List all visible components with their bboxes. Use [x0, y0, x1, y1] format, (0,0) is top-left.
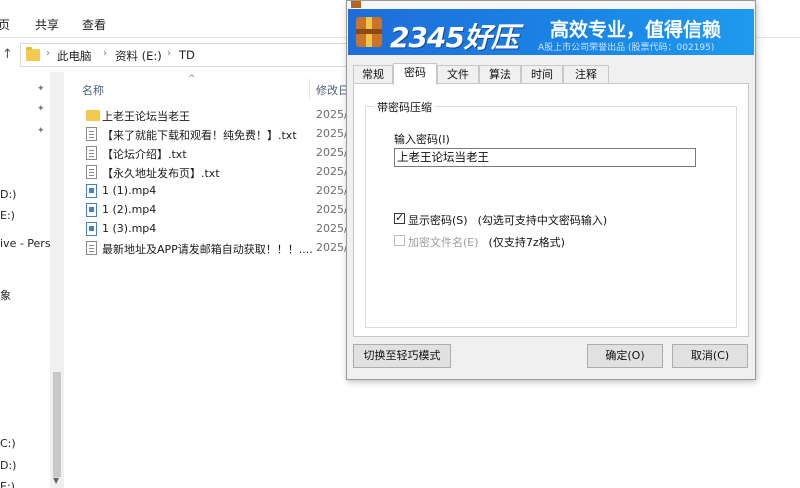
file-date: 2025/ — [316, 222, 348, 235]
password-label: 输入密码(I) — [394, 133, 450, 146]
nav-item-drive-d-2[interactable]: D:) — [0, 459, 16, 472]
list-item[interactable]: 【来了就能下载和观看！纯免费！】.txt 2025/ — [80, 125, 350, 144]
brand-banner: 2345好压 高效专业，值得信赖 A股上市公司荣誉出品 (股票代码：002195… — [348, 9, 754, 55]
arrow-up-icon[interactable]: ↑ — [2, 47, 16, 63]
navigation-pane: ✦ ✦ ✦ D:) E:) ive - Perso 象 C:) D:) E:) … — [0, 72, 66, 488]
list-item[interactable]: 最新地址及APP请发邮箱自动获取！！！.... 2025/ — [80, 239, 350, 258]
address-bar[interactable]: › 此电脑 › 资料 (E:) › TD — [20, 43, 350, 67]
scrollbar-thumb[interactable] — [53, 372, 61, 477]
ribbon-tab-share[interactable]: 共享 — [35, 16, 59, 33]
video-file-icon — [86, 203, 97, 217]
tab-general[interactable]: 常规 — [353, 65, 393, 84]
encrypt-filenames-hint: (仅支持7z格式) — [488, 236, 565, 249]
encrypt-filenames-label: 加密文件名(E) (仅支持7z格式) — [408, 236, 565, 249]
banner-subtitle: A股上市公司荣誉出品 (股票代码：002195) — [538, 43, 715, 53]
group-title: 带密码压缩 — [374, 99, 435, 115]
show-password-label: 显示密码(S) (勾选可支持中文密码输入) — [408, 214, 608, 227]
show-password-hint: (勾选可支持中文密码输入) — [477, 214, 608, 227]
video-file-icon — [86, 222, 97, 236]
nav-scrollbar[interactable]: ▼ — [50, 72, 64, 488]
breadcrumb-td[interactable]: TD — [179, 48, 195, 62]
tab-algorithm[interactable]: 算法 — [479, 65, 521, 84]
encrypt-filenames-checkbox[interactable] — [394, 235, 405, 246]
file-date: 2025/ — [316, 165, 348, 178]
archive-icon — [351, 1, 361, 8]
file-name: 【论坛介绍】.txt — [102, 148, 187, 161]
list-item[interactable]: 1 (3).mp4 2025/ — [80, 220, 350, 239]
text-file-icon — [86, 165, 97, 179]
file-name: 1 (1).mp4 — [102, 184, 157, 197]
pin-icon[interactable]: ✦ — [37, 84, 45, 94]
password-tab-panel: 带密码压缩 输入密码(I) 上老王论坛当老王 显示密码(S)(勾选可支持中文密码… — [353, 83, 749, 337]
list-item[interactable]: 【论坛介绍】.txt 2025/ — [80, 144, 350, 163]
archive-logo-icon — [356, 17, 382, 47]
column-name[interactable]: 名称 — [82, 82, 104, 98]
tab-password[interactable]: 密码 — [393, 63, 437, 85]
nav-item-drive-d[interactable]: D:) — [0, 188, 16, 201]
file-name: 【永久地址发布页】.txt — [102, 167, 220, 180]
sort-ascending-icon: ^ — [188, 74, 196, 84]
switch-lite-mode-button[interactable]: 切换至轻巧模式 — [353, 344, 451, 368]
file-date: 2025/ — [316, 127, 348, 140]
list-item[interactable]: 上老王论坛当老王 2025/ — [80, 106, 350, 125]
tab-comment[interactable]: 注释 — [563, 65, 609, 84]
cancel-button[interactable]: 取消(C) — [672, 344, 748, 368]
text-file-icon — [86, 127, 97, 141]
file-date: 2025/ — [316, 241, 348, 254]
tab-files[interactable]: 文件 — [437, 65, 479, 84]
file-name: 上老王论坛当老王 — [102, 110, 190, 123]
show-password-checkbox[interactable] — [394, 211, 405, 224]
chevron-right-icon[interactable]: › — [103, 48, 107, 59]
text-file-icon — [86, 146, 97, 160]
list-item[interactable]: 1 (1).mp4 2025/ — [80, 182, 350, 201]
list-item[interactable]: 1 (2).mp4 2025/ — [80, 201, 350, 220]
nav-item-objects[interactable]: 象 — [0, 287, 11, 303]
ribbon-tab-view[interactable]: 查看 — [82, 16, 106, 33]
nav-item-drive-c[interactable]: C:) — [0, 437, 16, 450]
chevron-right-icon[interactable]: › — [167, 48, 171, 59]
folder-icon — [26, 47, 40, 61]
breadcrumb-this-pc[interactable]: 此电脑 — [57, 48, 92, 64]
video-file-icon — [86, 184, 97, 198]
column-header: ^ 名称 修改日 — [76, 74, 376, 99]
tab-time[interactable]: 时间 — [521, 65, 563, 84]
column-date-modified[interactable]: 修改日 — [316, 82, 349, 98]
column-divider[interactable] — [309, 79, 310, 99]
compress-dialog: 2345好压 高效专业，值得信赖 A股上市公司荣誉出品 (股票代码：002195… — [346, 0, 756, 380]
folder-icon — [86, 110, 100, 121]
nav-item-drive-e-2[interactable]: E:) — [0, 480, 15, 488]
dialog-title-bar[interactable] — [347, 1, 755, 9]
banner-brand: 2345好压 — [390, 21, 519, 54]
file-date: 2025/ — [316, 146, 348, 159]
password-input[interactable]: 上老王论坛当老王 — [394, 148, 696, 167]
chevron-right-icon[interactable]: › — [46, 48, 50, 59]
file-date: 2025/ — [316, 203, 348, 216]
file-name: 1 (3).mp4 — [102, 222, 157, 235]
nav-item-drive-e[interactable]: E:) — [0, 209, 15, 222]
file-name: 最新地址及APP请发邮箱自动获取！！！.... — [102, 243, 313, 256]
ok-button[interactable]: 确定(O) — [587, 344, 663, 368]
ribbon-tab-page[interactable]: 页 — [0, 16, 10, 33]
banner-slogan: 高效专业，值得信赖 — [550, 19, 722, 41]
pin-icon[interactable]: ✦ — [37, 126, 45, 136]
file-name: 1 (2).mp4 — [102, 203, 157, 216]
chevron-down-icon[interactable]: ▼ — [53, 476, 61, 485]
breadcrumb-drive-e[interactable]: 资料 (E:) — [115, 48, 162, 64]
pin-icon[interactable]: ✦ — [37, 104, 45, 114]
file-date: 2025/ — [316, 184, 348, 197]
file-date: 2025/ — [316, 108, 348, 121]
text-file-icon — [86, 241, 97, 255]
list-item[interactable]: 【永久地址发布页】.txt 2025/ — [80, 163, 350, 182]
file-name: 【来了就能下载和观看！纯免费！】.txt — [102, 129, 297, 142]
nav-item-onedrive[interactable]: ive - Perso — [0, 237, 57, 250]
